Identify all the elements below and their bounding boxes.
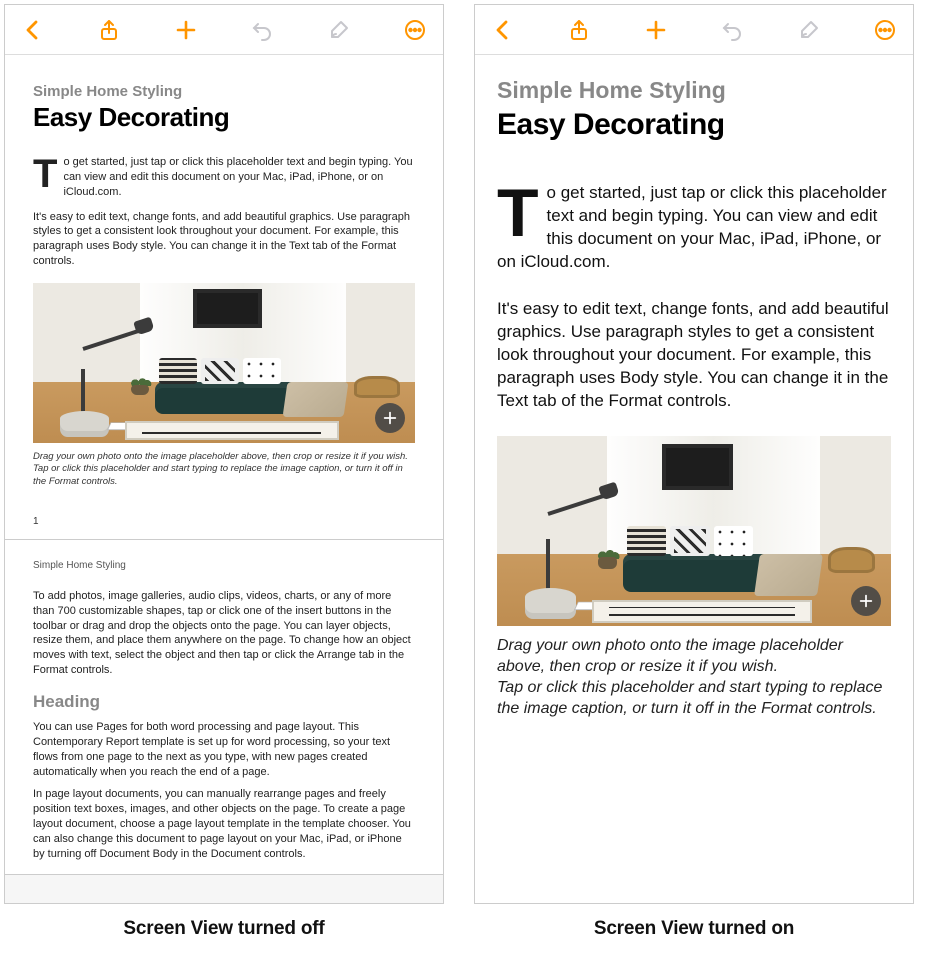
- comparison-row: Simple Home Styling Easy Decorating To g…: [4, 4, 932, 904]
- page-1: Simple Home Styling Easy Decorating To g…: [5, 55, 443, 540]
- page2-header[interactable]: Simple Home Styling: [33, 560, 415, 571]
- doc-title[interactable]: Easy Decorating: [33, 102, 415, 133]
- phone-screenview-on: Simple Home Styling Easy Decorating To g…: [474, 4, 914, 904]
- doc-subtitle[interactable]: Simple Home Styling: [33, 83, 415, 100]
- back-button[interactable]: [489, 16, 517, 44]
- undo-button[interactable]: [248, 16, 276, 44]
- more-button[interactable]: [871, 16, 899, 44]
- image-placeholder[interactable]: [33, 283, 415, 443]
- room-illustration: [497, 436, 891, 626]
- page-2: Simple Home Styling To add photos, image…: [5, 540, 443, 875]
- doc-title[interactable]: Easy Decorating: [497, 108, 891, 142]
- more-button[interactable]: [401, 16, 429, 44]
- image-caption-line1[interactable]: Drag your own photo onto the image place…: [33, 451, 415, 463]
- image-caption-line2[interactable]: Tap or click this placeholder and start …: [33, 463, 415, 488]
- caption-right: Screen View turned on: [474, 918, 914, 940]
- share-button[interactable]: [95, 16, 123, 44]
- add-button[interactable]: [642, 16, 670, 44]
- document-viewport[interactable]: Simple Home Styling Easy Decorating To g…: [475, 55, 913, 904]
- share-button[interactable]: [565, 16, 593, 44]
- image-caption-line1[interactable]: Drag your own photo onto the image place…: [497, 636, 891, 678]
- body-paragraph-1[interactable]: It's easy to edit text, change fonts, an…: [497, 298, 891, 413]
- page2-body3[interactable]: In page layout documents, you can manual…: [33, 787, 415, 861]
- page2-body2[interactable]: You can use Pages for both word processi…: [33, 720, 415, 779]
- page2-body1[interactable]: To add photos, image galleries, audio cl…: [33, 589, 415, 678]
- intro-paragraph[interactable]: To get started, just tap or click this p…: [497, 182, 891, 274]
- toolbar: [5, 5, 443, 55]
- document-viewport[interactable]: Simple Home Styling Easy Decorating To g…: [5, 55, 443, 903]
- undo-button[interactable]: [718, 16, 746, 44]
- image-add-icon[interactable]: [375, 403, 405, 433]
- room-illustration: [33, 283, 415, 443]
- figure-captions: Screen View turned off Screen View turne…: [4, 918, 932, 940]
- format-brush-button[interactable]: [325, 16, 353, 44]
- back-button[interactable]: [19, 16, 47, 44]
- image-caption-line2[interactable]: Tap or click this placeholder and start …: [497, 678, 891, 720]
- body-paragraph-1[interactable]: It's easy to edit text, change fonts, an…: [33, 210, 415, 269]
- image-placeholder[interactable]: [497, 436, 891, 626]
- phone-screenview-off: Simple Home Styling Easy Decorating To g…: [4, 4, 444, 904]
- doc-subtitle[interactable]: Simple Home Styling: [497, 77, 891, 104]
- toolbar: [475, 5, 913, 55]
- format-brush-button[interactable]: [795, 16, 823, 44]
- page-number: 1: [33, 516, 415, 527]
- add-button[interactable]: [172, 16, 200, 44]
- page2-heading[interactable]: Heading: [33, 692, 415, 712]
- caption-left: Screen View turned off: [4, 918, 444, 940]
- intro-paragraph[interactable]: To get started, just tap or click this p…: [33, 155, 415, 200]
